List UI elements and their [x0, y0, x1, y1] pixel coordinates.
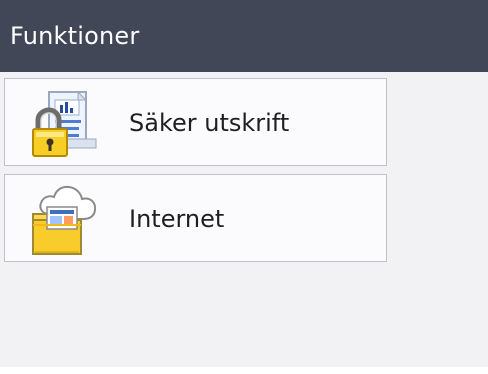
internet-label: Internet — [129, 205, 225, 233]
functions-screen: Funktioner Säker utskrift Internet — [0, 0, 488, 374]
secure-print-button[interactable]: Säker utskrift — [4, 78, 387, 166]
secure-print-label: Säker utskrift — [129, 109, 290, 137]
internet-folder-icon — [25, 183, 107, 255]
page-title: Funktioner — [10, 22, 140, 50]
header-bar: Funktioner — [0, 0, 488, 72]
secure-print-icon — [25, 87, 107, 159]
internet-button[interactable]: Internet — [4, 174, 387, 262]
